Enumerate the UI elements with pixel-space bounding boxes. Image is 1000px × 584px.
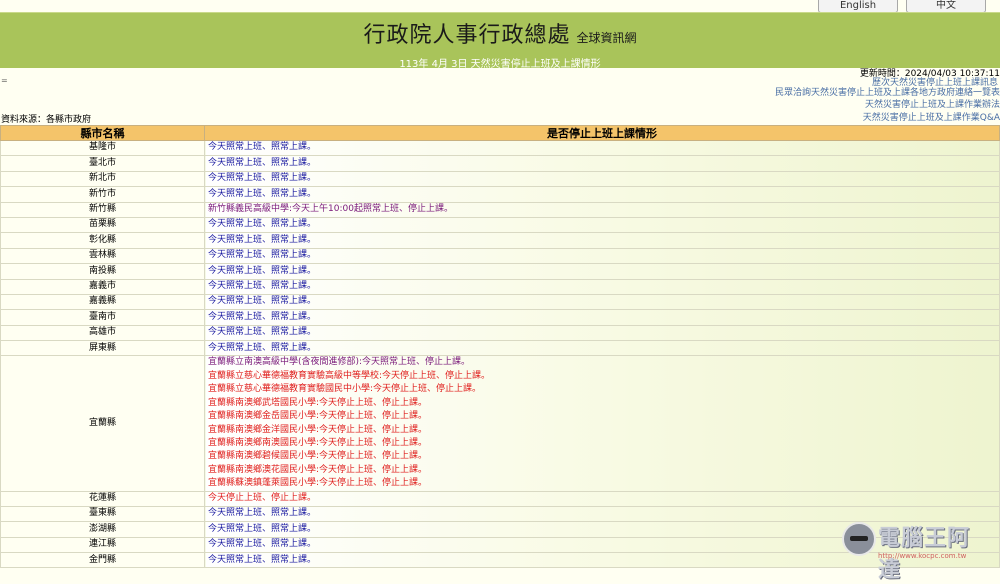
status-column-header: 是否停止上班上課情形 xyxy=(205,126,1000,141)
status-text: 宜蘭縣立慈心華德福教育實驗高級中等學校:今天停止上班、停止上課。 xyxy=(208,370,999,383)
status-cell: 宜蘭縣立南澳高級中學(含夜間進修部):今天照常上班、停止上課。宜蘭縣立慈心華德福… xyxy=(205,356,1000,491)
status-text: 宜蘭縣南澳鄉南澳國民小學:今天停止上班、停止上課。 xyxy=(208,437,999,450)
county-name-cell: 宜蘭縣 xyxy=(1,356,205,491)
county-name-cell: 臺北市 xyxy=(1,156,205,171)
county-name-cell: 新竹縣 xyxy=(1,202,205,217)
table-row: 嘉義縣今天照常上班、照常上課。 xyxy=(1,294,1000,309)
status-text: 今天照常上班、照常上課。 xyxy=(208,218,999,231)
table-row: 基隆市今天照常上班、照常上課。 xyxy=(1,141,1000,156)
status-text: 今天照常上班、照常上課。 xyxy=(208,188,999,201)
county-name-cell: 金門縣 xyxy=(1,553,205,568)
status-cell: 今天照常上班、照常上課。 xyxy=(205,264,1000,279)
status-text: 今天照常上班、照常上課。 xyxy=(208,311,999,324)
table-row: 南投縣今天照常上班、照常上課。 xyxy=(1,264,1000,279)
status-text: 宜蘭縣蘇澳鎮蓬萊國民小學:今天停止上班、停止上課。 xyxy=(208,477,999,490)
county-name-cell: 新北市 xyxy=(1,171,205,186)
status-cell: 今天照常上班、照常上課。 xyxy=(205,171,1000,186)
rules-link[interactable]: 天然災害停止上班及上課作業辦法 xyxy=(865,100,1000,110)
watermark-url: http://www.kocpc.com.tw xyxy=(878,552,966,560)
table-row: 臺南市今天照常上班、照常上課。 xyxy=(1,310,1000,325)
table-header-row: 縣市名稱 是否停止上班上課情形 xyxy=(1,126,1000,141)
table-row: 雲林縣今天照常上班、照常上課。 xyxy=(1,248,1000,263)
status-cell: 今天照常上班、照常上課。 xyxy=(205,341,1000,356)
status-text: 宜蘭縣南澳鄉武塔國民小學:今天停止上班、停止上課。 xyxy=(208,397,999,410)
county-name-cell: 新竹市 xyxy=(1,187,205,202)
status-cell: 今天照常上班、照常上課。 xyxy=(205,310,1000,325)
table-row: 新竹縣新竹縣義民高級中學:今天上午10:00起照常上班、停止上課。 xyxy=(1,202,1000,217)
table-row: 屏東縣今天照常上班、照常上課。 xyxy=(1,341,1000,356)
status-text: 宜蘭縣立慈心華德福教育實驗國民中小學:今天停止上班、停止上課。 xyxy=(208,383,999,396)
table-row: 苗栗縣今天照常上班、照常上課。 xyxy=(1,217,1000,232)
closure-status-table: 縣市名稱 是否停止上班上課情形 基隆市今天照常上班、照常上課。臺北市今天照常上班… xyxy=(0,125,1000,568)
mascot-logo-icon xyxy=(842,522,876,556)
county-name-cell: 臺南市 xyxy=(1,310,205,325)
history-link[interactable]: 歷次天然災害停止上班上課訊息 xyxy=(872,78,998,88)
county-name-cell: 基隆市 xyxy=(1,141,205,156)
status-cell: 今天照常上班、照常上課。 xyxy=(205,279,1000,294)
contact-list-link[interactable]: 民眾洽詢天然災害停止上班及上課各地方政府連絡一覽表 xyxy=(775,88,1000,98)
status-cell: 今天照常上班、照常上課。 xyxy=(205,248,1000,263)
status-text: 今天照常上班、照常上課。 xyxy=(208,141,999,154)
status-text: 宜蘭縣南澳鄉金洋國民小學:今天停止上班、停止上課。 xyxy=(208,424,999,437)
county-name-cell: 苗栗縣 xyxy=(1,217,205,232)
status-text: 今天照常上班、照常上課。 xyxy=(208,326,999,339)
table-row: 臺北市今天照常上班、照常上課。 xyxy=(1,156,1000,171)
table-row: 新竹市今天照常上班、照常上課。 xyxy=(1,187,1000,202)
table-body: 基隆市今天照常上班、照常上課。臺北市今天照常上班、照常上課。新北市今天照常上班、… xyxy=(1,141,1000,568)
status-text: 今天照常上班、照常上課。 xyxy=(208,249,999,262)
status-cell: 今天照常上班、照常上課。 xyxy=(205,233,1000,248)
county-name-cell: 連江縣 xyxy=(1,537,205,552)
status-text: 今天照常上班、照常上課。 xyxy=(208,265,999,278)
site-title-row: 行政院人事行政總處全球資訊網 xyxy=(0,17,1000,49)
status-text: 宜蘭縣南澳鄉澳花國民小學:今天停止上班、停止上課。 xyxy=(208,464,999,477)
status-text: 今天照常上班、照常上課。 xyxy=(208,280,999,293)
county-name-cell: 嘉義縣 xyxy=(1,294,205,309)
status-cell: 今天照常上班、照常上課。 xyxy=(205,141,1000,156)
status-text: 今天照常上班、照常上課。 xyxy=(208,295,999,308)
status-text: 新竹縣義民高級中學:今天上午10:00起照常上班、停止上課。 xyxy=(208,203,999,216)
status-cell: 今天照常上班、照常上課。 xyxy=(205,217,1000,232)
status-text: 宜蘭縣立南澳高級中學(含夜間進修部):今天照常上班、停止上課。 xyxy=(208,356,999,369)
status-cell: 今天照常上班、照常上課。 xyxy=(205,325,1000,340)
table-row: 宜蘭縣宜蘭縣立南澳高級中學(含夜間進修部):今天照常上班、停止上課。宜蘭縣立慈心… xyxy=(1,356,1000,491)
menu-icon[interactable]: = xyxy=(1,76,8,85)
status-text: 今天停止上班、停止上課。 xyxy=(208,492,999,505)
table-row: 新北市今天照常上班、照常上課。 xyxy=(1,171,1000,186)
status-cell: 今天照常上班、照常上課。 xyxy=(205,156,1000,171)
county-name-cell: 高雄市 xyxy=(1,325,205,340)
watermark: 電腦王阿達 http://www.kocpc.com.tw xyxy=(842,518,992,566)
county-name-cell: 嘉義市 xyxy=(1,279,205,294)
status-text: 今天照常上班、照常上課。 xyxy=(208,172,999,185)
county-name-cell: 花蓮縣 xyxy=(1,491,205,506)
county-name-cell: 臺東縣 xyxy=(1,506,205,521)
status-text: 宜蘭縣南澳鄉碧候國民小學:今天停止上班、停止上課。 xyxy=(208,450,999,463)
status-text: 今天照常上班、照常上課。 xyxy=(208,234,999,247)
table-row: 彰化縣今天照常上班、照常上課。 xyxy=(1,233,1000,248)
status-cell: 今天照常上班、照常上課。 xyxy=(205,187,1000,202)
status-text: 宜蘭縣南澳鄉金岳國民小學:今天停止上班、停止上課。 xyxy=(208,410,999,423)
site-title[interactable]: 行政院人事行政總處 xyxy=(363,23,570,48)
data-source-note: 資料來源：各縣市政府 xyxy=(1,112,91,125)
status-cell: 今天照常上班、照常上課。 xyxy=(205,294,1000,309)
status-text: 今天照常上班、照常上課。 xyxy=(208,157,999,170)
page-date-heading: 113年 4月 3日 天然災害停止上班及上課情形 xyxy=(0,55,1000,70)
county-name-cell: 雲林縣 xyxy=(1,248,205,263)
county-name-cell: 澎湖縣 xyxy=(1,522,205,537)
county-name-cell: 屏東縣 xyxy=(1,341,205,356)
table-row: 花蓮縣今天停止上班、停止上課。 xyxy=(1,491,1000,506)
header-banner: 行政院人事行政總處全球資訊網 113年 4月 3日 天然災害停止上班及上課情形 xyxy=(0,12,1000,68)
county-name-cell: 彰化縣 xyxy=(1,233,205,248)
table-row: 嘉義市今天照常上班、照常上課。 xyxy=(1,279,1000,294)
status-cell: 今天停止上班、停止上課。 xyxy=(205,491,1000,506)
qa-link[interactable]: 天然災害停止上班及上課作業Q&A xyxy=(863,113,1000,123)
county-column-header: 縣市名稱 xyxy=(1,126,205,141)
site-subtitle: 全球資訊網 xyxy=(577,31,637,45)
county-name-cell: 南投縣 xyxy=(1,264,205,279)
table-row: 高雄市今天照常上班、照常上課。 xyxy=(1,325,1000,340)
status-text: 今天照常上班、照常上課。 xyxy=(208,342,999,355)
status-cell: 新竹縣義民高級中學:今天上午10:00起照常上班、停止上課。 xyxy=(205,202,1000,217)
